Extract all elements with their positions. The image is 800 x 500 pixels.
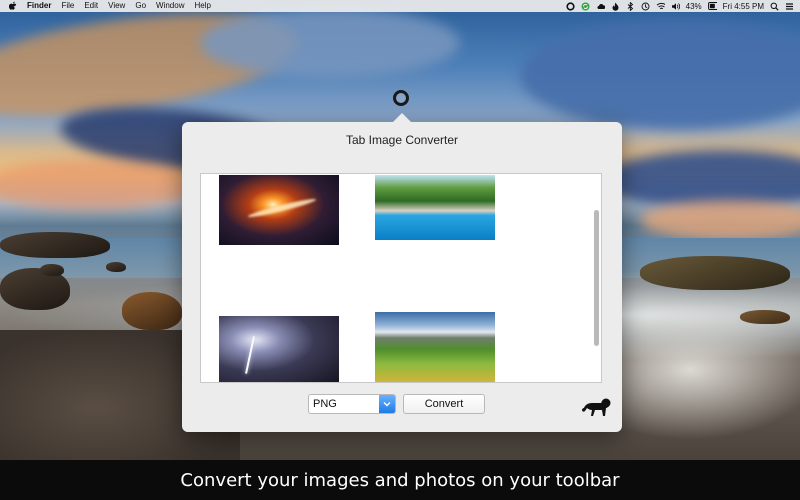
wallpaper-rock bbox=[740, 310, 790, 324]
format-dropdown[interactable]: PNG bbox=[308, 394, 396, 414]
menu-file[interactable]: File bbox=[61, 0, 74, 12]
chevron-down-icon[interactable] bbox=[379, 395, 395, 413]
popover-title: Tab Image Converter bbox=[345, 133, 459, 147]
history-icon[interactable] bbox=[641, 2, 650, 11]
vertical-scrollbar[interactable] bbox=[594, 210, 599, 346]
apple-menu-icon[interactable] bbox=[8, 1, 17, 11]
menu-extras: 43% Fri 4:55 PM bbox=[566, 0, 794, 12]
image-thumbnail[interactable] bbox=[219, 316, 339, 382]
battery-icon[interactable] bbox=[707, 2, 717, 11]
menu-edit[interactable]: Edit bbox=[84, 0, 98, 12]
wallpaper-rock bbox=[640, 256, 790, 290]
wallpaper-cloud bbox=[520, 20, 800, 130]
menu-go[interactable]: Go bbox=[135, 0, 146, 12]
wallpaper-cloud bbox=[640, 200, 800, 240]
popover-arrow bbox=[392, 113, 412, 123]
wallpaper-rock bbox=[106, 262, 126, 272]
image-drop-area[interactable] bbox=[200, 173, 602, 383]
menu-window[interactable]: Window bbox=[156, 0, 184, 12]
format-selected-value: PNG bbox=[313, 398, 337, 410]
image-thumbnail[interactable] bbox=[375, 175, 495, 240]
wallpaper-rock bbox=[0, 232, 110, 258]
wallpaper-cloud bbox=[0, 160, 200, 210]
menu-view[interactable]: View bbox=[108, 0, 125, 12]
image-thumbnail[interactable] bbox=[219, 175, 339, 245]
bluetooth-icon[interactable] bbox=[626, 1, 635, 11]
cloud-icon[interactable] bbox=[596, 2, 605, 11]
caption-text: Convert your images and photos on your t… bbox=[180, 469, 620, 491]
fire-icon[interactable] bbox=[611, 2, 620, 11]
list-icon[interactable] bbox=[785, 2, 794, 11]
converter-popover: Tab Image Converter PNG Convert bbox=[182, 113, 622, 432]
convert-button[interactable]: Convert bbox=[403, 394, 485, 414]
wifi-icon[interactable] bbox=[656, 2, 665, 11]
search-icon[interactable] bbox=[770, 2, 779, 11]
wallpaper-rock bbox=[122, 292, 182, 330]
image-thumbnail[interactable] bbox=[375, 312, 495, 382]
status-item-icon[interactable] bbox=[393, 90, 409, 106]
lion-icon bbox=[580, 394, 612, 418]
sync-icon[interactable] bbox=[581, 2, 590, 11]
menu-help[interactable]: Help bbox=[194, 0, 210, 12]
wallpaper-cloud bbox=[200, 8, 460, 78]
wallpaper-rock bbox=[40, 264, 64, 276]
menu-bar: Finder File Edit View Go Window Help 43%… bbox=[0, 0, 800, 12]
circle-app-icon[interactable] bbox=[566, 1, 575, 11]
caption-bar: Convert your images and photos on your t… bbox=[0, 460, 800, 500]
volume-icon[interactable] bbox=[671, 2, 680, 11]
menu-finder[interactable]: Finder bbox=[27, 0, 51, 12]
battery-percent: 43% bbox=[685, 1, 702, 11]
menubar-clock[interactable]: Fri 4:55 PM bbox=[723, 2, 764, 11]
